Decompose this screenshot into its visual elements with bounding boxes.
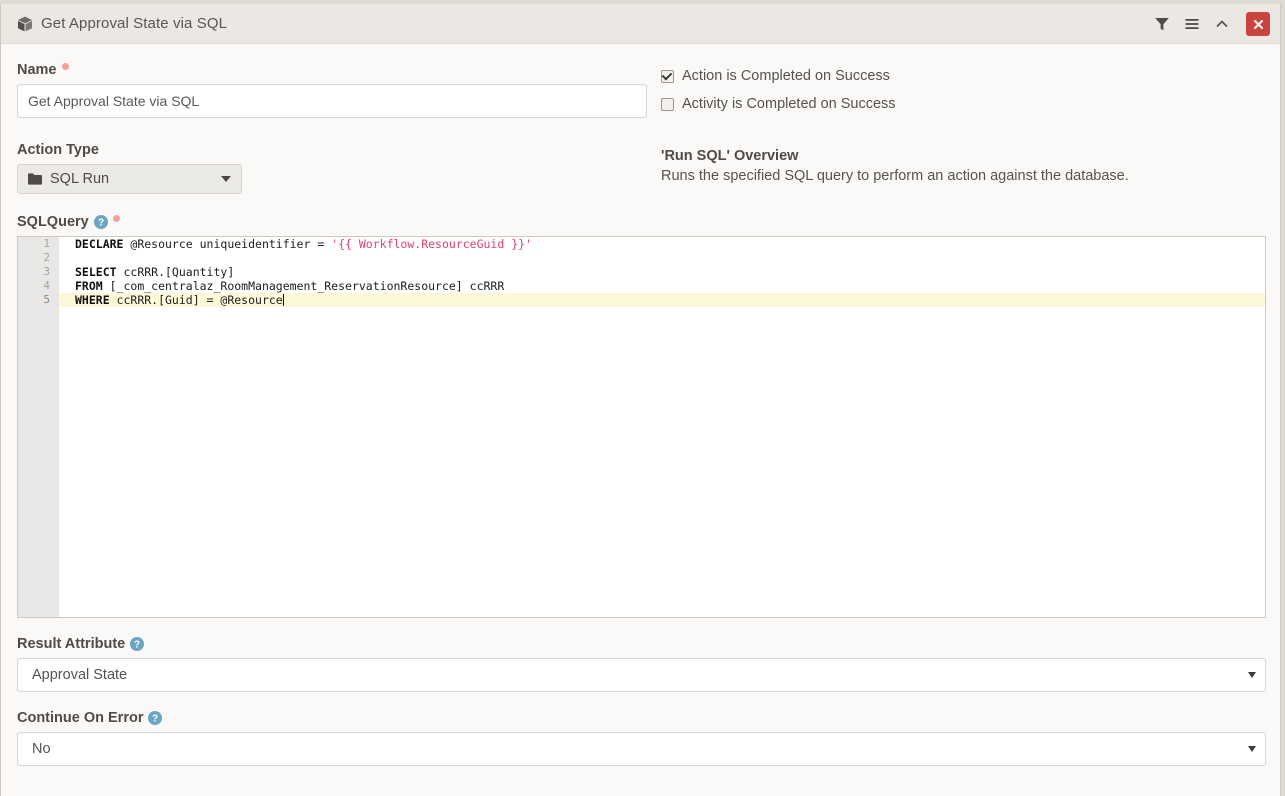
continue-on-error-label: Continue On Error — [17, 710, 144, 726]
sqlquery-label: SQLQuery — [17, 214, 89, 230]
result-attribute-group: Result Attribute ? Approval State — [17, 636, 1266, 692]
name-label: Name — [17, 62, 57, 78]
continue-on-error-value: No — [32, 741, 51, 757]
name-field-group: Name — [17, 62, 647, 124]
action-type-value: SQL Run — [50, 171, 110, 187]
close-icon — [1253, 19, 1263, 29]
action-detail-panel: Get Approval State via SQL Name Get Appr… — [0, 4, 1281, 796]
code-line: SELECT ccRRR.[Quantity] — [75, 265, 235, 279]
result-attribute-select[interactable]: Approval State — [17, 658, 1266, 692]
panel-titlebar: Get Approval State via SQL — [1, 4, 1280, 44]
name-and-options-row: Name Action is Completed on Success Acti… — [17, 62, 1264, 124]
chevron-down-icon — [1248, 672, 1256, 678]
success-options-group: Action is Completed on Success Activity … — [645, 62, 1264, 124]
help-icon: ? — [130, 637, 145, 651]
editor-code-area[interactable]: DECLARE @Resource uniqueidentifier = '{{… — [59, 237, 1265, 617]
close-button[interactable] — [1246, 12, 1270, 36]
action-type-label-row: Action Type — [17, 142, 645, 158]
svg-text:?: ? — [98, 218, 104, 229]
svg-text:?: ? — [152, 714, 158, 725]
required-indicator — [112, 214, 120, 222]
line-number: 3 — [43, 265, 50, 278]
chevron-down-icon — [1248, 746, 1256, 752]
sql-code-editor[interactable]: 1 2 3 4 5 DECLARE @Resource uniqueidenti… — [17, 236, 1266, 618]
action-type-row: Action Type SQL Run 'Run SQL' Overview R… — [17, 142, 1264, 194]
chevron-down-icon — [221, 176, 231, 182]
name-input[interactable] — [17, 84, 647, 118]
code-line: WHERE ccRRR.[Guid] = @Resource — [59, 293, 1265, 307]
activity-completed-label: Activity is Completed on Success — [682, 96, 896, 112]
cube-icon — [17, 16, 33, 32]
filter-icon[interactable] — [1154, 16, 1170, 32]
svg-text:?: ? — [134, 640, 140, 651]
panel-body: Name Action is Completed on Success Acti… — [1, 44, 1280, 766]
titlebar-left: Get Approval State via SQL — [1, 15, 227, 32]
code-line: FROM [_com_centralaz_RoomManagement_Rese… — [75, 279, 505, 293]
line-number: 2 — [43, 251, 50, 264]
line-number: 5 — [43, 293, 50, 306]
hamburger-menu-icon[interactable] — [1184, 16, 1200, 32]
overview-group: 'Run SQL' Overview Runs the specified SQ… — [645, 142, 1264, 194]
action-completed-checkbox-row[interactable]: Action is Completed on Success — [661, 68, 1264, 84]
overview-title: 'Run SQL' Overview — [661, 148, 799, 164]
chevron-up-icon[interactable] — [1214, 16, 1230, 32]
sqlquery-label-row: SQLQuery ? — [17, 214, 1264, 230]
code-line: DECLARE @Resource uniqueidentifier = '{{… — [75, 237, 532, 251]
action-type-select[interactable]: SQL Run — [17, 164, 242, 194]
panel-title: Get Approval State via SQL — [41, 15, 228, 32]
required-indicator — [61, 62, 69, 70]
result-attribute-label-row: Result Attribute ? — [17, 636, 1264, 652]
line-number: 4 — [43, 279, 50, 292]
action-completed-checkbox[interactable] — [661, 69, 674, 83]
result-attribute-label: Result Attribute — [17, 636, 126, 652]
titlebar-actions — [1154, 4, 1270, 44]
folder-icon — [28, 173, 42, 185]
result-attribute-value: Approval State — [32, 667, 128, 683]
overview-text: Runs the specified SQL query to perform … — [661, 168, 1129, 184]
action-completed-label: Action is Completed on Success — [682, 68, 890, 84]
editor-gutter: 1 2 3 4 5 — [18, 237, 59, 617]
name-label-row: Name — [17, 62, 645, 78]
continue-on-error-group: Continue On Error ? No — [17, 710, 1266, 766]
line-number: 1 — [43, 237, 50, 250]
action-type-label: Action Type — [17, 142, 99, 158]
help-icon: ? — [148, 711, 163, 725]
help-icon: ? — [93, 215, 108, 229]
activity-completed-checkbox[interactable] — [661, 97, 674, 111]
activity-completed-checkbox-row[interactable]: Activity is Completed on Success — [661, 96, 1264, 112]
continue-on-error-label-row: Continue On Error ? — [17, 710, 1264, 726]
action-type-group: Action Type SQL Run — [17, 142, 645, 194]
continue-on-error-select[interactable]: No — [17, 732, 1266, 766]
